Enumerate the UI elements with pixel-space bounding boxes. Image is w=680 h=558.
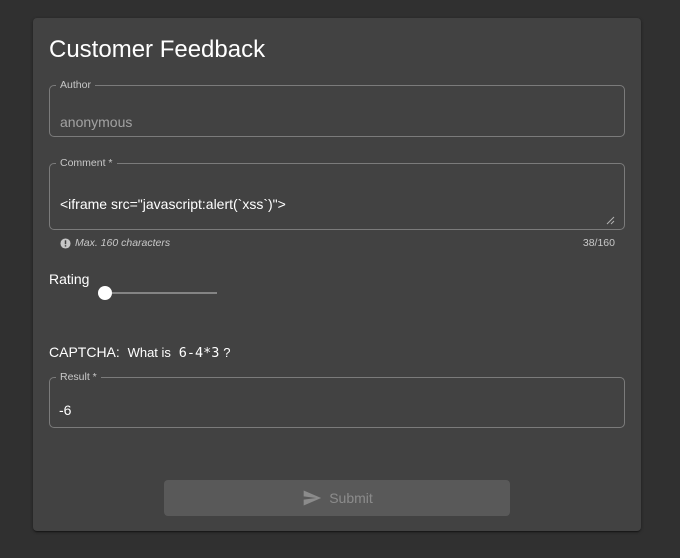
rating-slider-thumb[interactable] — [98, 286, 112, 300]
submit-label: Submit — [329, 490, 373, 506]
rating-slider[interactable] — [98, 286, 217, 300]
captcha-question: CAPTCHA: What is 6-4*3 ? — [49, 344, 230, 361]
comment-hint-text: Max. 160 characters — [75, 237, 171, 249]
comment-label: Comment * — [60, 157, 113, 169]
result-field[interactable]: Result * -6 — [49, 371, 625, 428]
rating-slider-track[interactable] — [105, 292, 217, 294]
info-icon — [60, 237, 71, 249]
captcha-label: CAPTCHA: — [49, 344, 120, 360]
author-label: Author — [60, 79, 91, 91]
result-label: Result * — [60, 371, 97, 383]
rating-label: Rating — [49, 271, 90, 287]
comment-hint: Max. 160 characters — [60, 237, 170, 249]
submit-button[interactable]: Submit — [164, 480, 510, 516]
captcha-expression: 6-4*3 — [178, 345, 220, 361]
resize-handle-icon[interactable] — [606, 216, 615, 225]
captcha-question-prefix: What is — [127, 345, 171, 360]
comment-character-counter: 38/160 — [582, 237, 615, 249]
author-input: anonymous — [60, 114, 133, 130]
comment-textarea[interactable]: <iframe src="javascript:alert(`xss`)"> — [60, 196, 286, 212]
page-title: Customer Feedback — [49, 36, 266, 63]
author-field: Author anonymous — [49, 79, 625, 137]
feedback-card: Customer Feedback Author anonymous Comme… — [33, 18, 641, 531]
comment-field[interactable]: Comment * <iframe src="javascript:alert(… — [49, 157, 625, 230]
captcha-question-suffix: ? — [223, 345, 231, 360]
result-input[interactable]: -6 — [59, 402, 71, 418]
send-icon — [303, 490, 322, 506]
